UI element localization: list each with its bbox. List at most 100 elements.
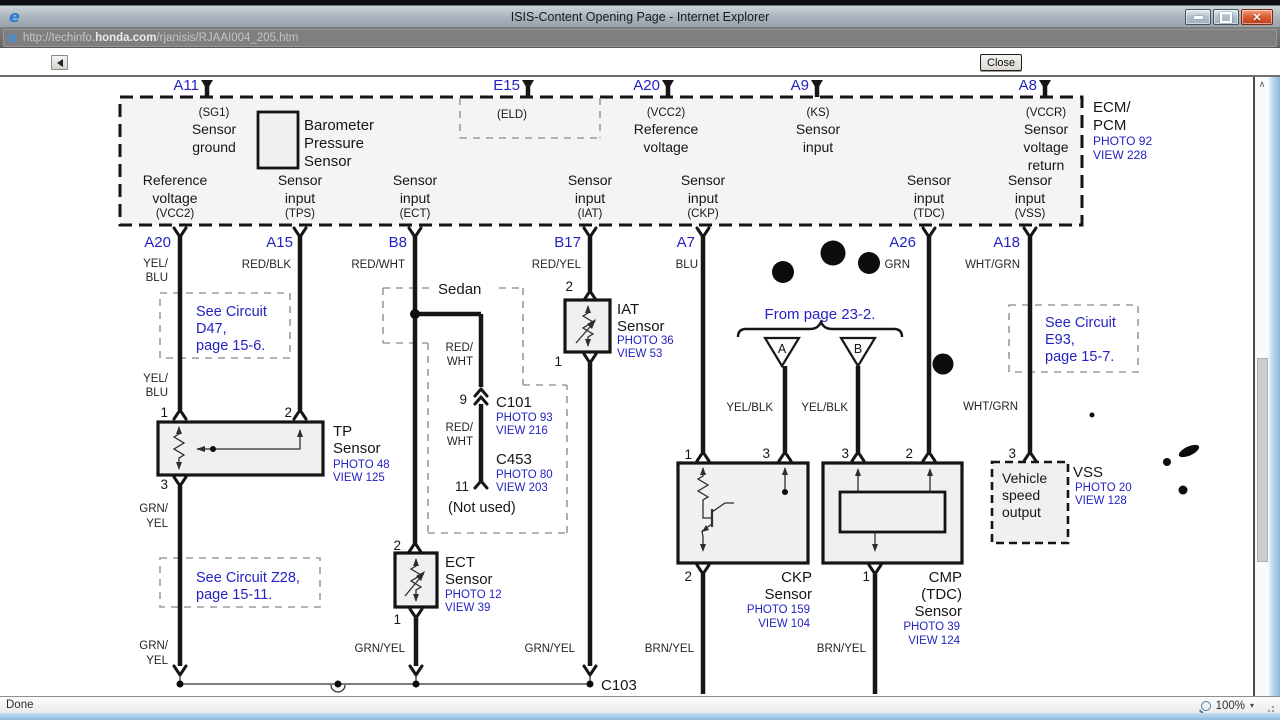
c101-view-link[interactable]: VIEW 216 xyxy=(496,425,548,437)
ecm-col1-code: (VCC2) xyxy=(156,208,195,220)
close-window-button[interactable]: ✕ xyxy=(1241,9,1273,25)
sedan-label: Sedan xyxy=(438,281,481,298)
wire-color-grn: GRN xyxy=(884,259,910,271)
barometer-label-1: Barometer xyxy=(304,117,374,134)
see-circuit-e93-line3[interactable]: page 15-7. xyxy=(1045,349,1114,365)
see-circuit-e93-line1[interactable]: See Circuit xyxy=(1045,315,1116,331)
ecm-photo-link[interactable]: PHOTO 92 xyxy=(1093,134,1152,148)
address-input[interactable]: e http://techinfo.honda.com/rjanisis/RJA… xyxy=(3,29,1277,47)
wire-color-yel-blu: BLU xyxy=(146,387,168,399)
wire-color-wht-grn: WHT/GRN xyxy=(965,259,1020,271)
ckp-pin-3: 3 xyxy=(762,446,770,461)
see-circuit-e93-line2[interactable]: E93, xyxy=(1045,332,1075,348)
ckp-pin-2: 2 xyxy=(684,569,692,584)
ckp-pin-1: 1 xyxy=(684,447,692,462)
ect-photo-link[interactable]: PHOTO 12 xyxy=(445,589,502,601)
cmp-inner-block xyxy=(838,490,947,534)
minimize-button[interactable] xyxy=(1185,9,1211,25)
not-used-label: (Not used) xyxy=(448,500,516,516)
wire-color-grn-yel: YEL xyxy=(146,518,168,530)
ecm-sg1-line1: Sensor xyxy=(192,121,237,137)
titlebar: e ISIS-Content Opening Page - Internet E… xyxy=(0,5,1280,27)
cmp-view-link[interactable]: VIEW 124 xyxy=(908,635,960,647)
see-circuit-z28-line2[interactable]: page 15-11. xyxy=(196,587,272,603)
wire-color-red-yel: RED/YEL xyxy=(532,259,582,271)
ecm-col2-line1: Sensor xyxy=(278,172,323,188)
cmp-sensor-name: (TDC) xyxy=(921,586,962,603)
ecm-col5-line1: Sensor xyxy=(681,172,726,188)
vss-photo-link[interactable]: PHOTO 20 xyxy=(1075,482,1132,494)
ckp-view-link[interactable]: VIEW 104 xyxy=(758,618,810,630)
vertical-scrollbar[interactable]: ∧ xyxy=(1253,77,1269,696)
see-circuit-d47-line3[interactable]: page 15-6. xyxy=(196,338,265,354)
ect-view-link[interactable]: VIEW 39 xyxy=(445,602,490,614)
ecm-vccr-line2: voltage xyxy=(1023,139,1068,155)
c453-view-link[interactable]: VIEW 203 xyxy=(496,482,548,494)
vss-view-link[interactable]: VIEW 128 xyxy=(1075,495,1127,507)
ecm-title-line1: ECM/ xyxy=(1093,99,1131,116)
ecm-vcc2-code: (VCC2) xyxy=(647,107,686,119)
iat-photo-link[interactable]: PHOTO 36 xyxy=(617,335,674,347)
back-button[interactable] xyxy=(51,55,68,70)
ecm-col3-line1: Sensor xyxy=(393,172,438,188)
maximize-icon xyxy=(1220,11,1232,23)
wire-color-red-blk: RED/BLK xyxy=(242,259,292,271)
pin-label-e15: E15 xyxy=(493,77,520,94)
magnifier-icon xyxy=(1200,700,1211,711)
vss-box-label: speed xyxy=(1002,487,1040,503)
ckp-sensor-box xyxy=(676,461,810,565)
scrollbar-thumb[interactable] xyxy=(1257,358,1268,562)
tp-photo-link[interactable]: PHOTO 48 xyxy=(333,459,390,471)
wire-color-red-wht: RED/ xyxy=(446,422,474,434)
pin-label-a7: A7 xyxy=(677,234,695,251)
ckp-sensor-name: Sensor xyxy=(764,586,812,603)
iat-view-link[interactable]: VIEW 53 xyxy=(617,348,662,360)
ecm-col3-code: (ECT) xyxy=(400,208,431,220)
c101-photo-link[interactable]: PHOTO 93 xyxy=(496,412,553,424)
ecm-eld-code: (ELD) xyxy=(497,109,527,121)
ect-sensor-name: ECT xyxy=(445,554,475,571)
c453-photo-link[interactable]: PHOTO 80 xyxy=(496,469,553,481)
see-circuit-d47-line1[interactable]: See Circuit xyxy=(196,304,267,320)
wire-color-yel-blu: YEL/ xyxy=(143,373,169,385)
ecm-vcc2-line2: voltage xyxy=(643,139,688,155)
tp-view-link[interactable]: VIEW 125 xyxy=(333,472,385,484)
address-bar: e http://techinfo.honda.com/rjanisis/RJA… xyxy=(0,27,1280,48)
from-page-note[interactable]: From page 23-2. xyxy=(765,306,876,323)
c101-name: C101 xyxy=(496,394,532,411)
ect-pin-1: 1 xyxy=(393,612,401,627)
ecm-view-link[interactable]: VIEW 228 xyxy=(1093,148,1147,162)
c103-name: C103 xyxy=(601,677,637,694)
c101-pin-9: 9 xyxy=(459,392,467,407)
tp-pin-1: 1 xyxy=(160,405,168,420)
tp-pin-2: 2 xyxy=(284,405,292,420)
ckp-photo-link[interactable]: PHOTO 159 xyxy=(747,604,810,616)
scroll-up-icon[interactable]: ∧ xyxy=(1255,77,1269,92)
cmp-pin-1: 1 xyxy=(862,569,870,584)
ecm-sg1-code: (SG1) xyxy=(199,107,230,119)
zoom-level[interactable]: 100% xyxy=(1216,700,1245,712)
url-text: http://techinfo.honda.com/rjanisis/RJAAI… xyxy=(22,32,299,44)
barometer-sensor-symbol xyxy=(256,110,300,170)
pin-label-a9: A9 xyxy=(791,77,809,94)
iat-pin-2: 2 xyxy=(565,279,573,294)
ckp-sensor-name: CKP xyxy=(781,569,812,586)
c453-pin-11: 11 xyxy=(455,479,469,494)
window-controls: ✕ xyxy=(1185,9,1273,25)
window-bottom-edge xyxy=(0,713,1280,720)
see-circuit-d47-line2[interactable]: D47, xyxy=(196,321,227,337)
tp-pin-3: 3 xyxy=(160,477,168,492)
iat-sensor-name: Sensor xyxy=(617,318,665,335)
cmp-photo-link[interactable]: PHOTO 39 xyxy=(903,621,960,633)
minimize-icon xyxy=(1193,15,1203,19)
ecm-col3-line2: input xyxy=(400,190,430,206)
wire-color-grn-yel: GRN/YEL xyxy=(355,643,406,655)
wire-color-red-wht: WHT xyxy=(447,356,473,368)
maximize-button[interactable] xyxy=(1213,9,1239,25)
vss-pin-3: 3 xyxy=(1008,446,1016,461)
wire-color-grn-yel: GRN/YEL xyxy=(525,643,576,655)
see-circuit-z28-line1[interactable]: See Circuit Z28, xyxy=(196,570,300,586)
close-button[interactable]: Close xyxy=(980,54,1023,71)
zoom-control[interactable]: 100% ▾ xyxy=(1200,699,1254,712)
ecm-title-line2: PCM xyxy=(1093,117,1126,134)
